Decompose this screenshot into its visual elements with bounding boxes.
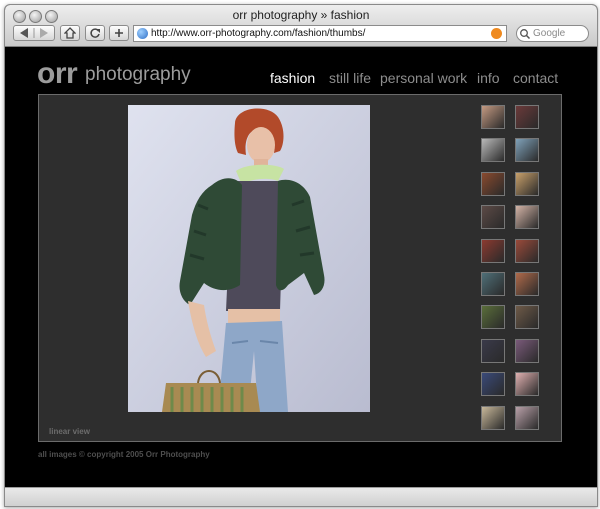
nav-still-life[interactable]: still life [329,70,371,86]
nav-contact[interactable]: contact [513,70,558,86]
linear-view-link[interactable]: linear view [49,427,90,436]
thumbnail[interactable] [481,138,505,163]
rss-icon[interactable] [491,28,502,39]
site-logo[interactable]: orr [37,57,78,91]
thumbnail[interactable] [481,238,505,263]
back-forward-icon [20,28,48,38]
nav-fashion[interactable]: fashion [270,70,315,86]
back-forward-button[interactable] [13,25,55,41]
thumbnail[interactable] [515,272,539,296]
thumbnail[interactable] [515,372,539,397]
search-placeholder: Google [533,28,566,39]
thumbnail[interactable] [515,405,539,430]
main-photo[interactable] [128,105,370,412]
thumbnail[interactable] [481,205,505,230]
search-icon [520,29,531,40]
window-title: orr photography » fashion [232,8,370,22]
thumbnail[interactable] [515,305,539,330]
search-field[interactable]: Google [516,25,589,42]
nav-info[interactable]: info [477,70,500,86]
thumbnail[interactable] [481,105,505,129]
status-bar [5,487,597,506]
title-bar: orr photography » fashion http://www.orr… [5,5,597,47]
add-bookmark-button[interactable] [109,25,129,41]
browser-window: orr photography » fashion http://www.orr… [4,4,598,507]
thumbnail[interactable] [481,372,505,397]
thumbnail[interactable] [515,138,539,163]
reload-button[interactable] [85,25,105,41]
thumbnail[interactable] [515,205,539,230]
home-button[interactable] [60,25,80,41]
address-bar[interactable]: http://www.orr-photography.com/fashion/t… [133,25,507,42]
thumbnail[interactable] [515,171,539,196]
site-logo-subtitle[interactable]: photography [85,64,191,86]
thumbnail[interactable] [515,105,539,129]
thumbnail[interactable] [481,338,505,363]
url-text: http://www.orr-photography.com/fashion/t… [151,28,366,39]
web-page: orr photography fashion still life perso… [5,47,597,487]
thumbnail[interactable] [515,238,539,263]
gallery-panel: linear view [38,94,562,442]
reload-icon [90,28,100,38]
home-icon [64,27,76,39]
globe-icon [137,28,148,39]
nav-personal-work[interactable]: personal work [380,70,467,86]
copyright-text: all images © copyright 2005 Orr Photogra… [38,450,210,459]
plus-icon [115,29,123,37]
thumbnail[interactable] [481,405,505,430]
thumbnail[interactable] [481,272,505,296]
thumbnail[interactable] [515,338,539,363]
thumbnail[interactable] [481,171,505,196]
thumbnail[interactable] [481,305,505,330]
